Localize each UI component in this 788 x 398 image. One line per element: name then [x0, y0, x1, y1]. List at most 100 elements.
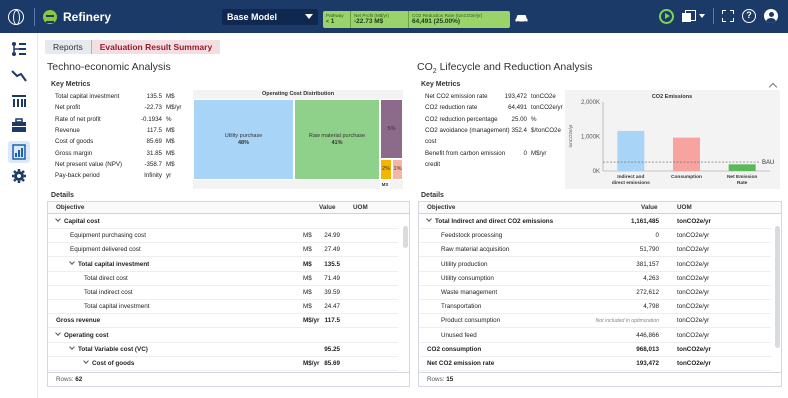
table-row[interactable]: Net CO2 emission rate 193,472 tonCO2e/yr	[419, 357, 771, 371]
breadcrumb-evaluation-result-summary[interactable]: Evaluation Result Summary	[90, 40, 221, 54]
help-icon[interactable]: ?	[742, 9, 756, 23]
divider	[34, 7, 35, 26]
table-row[interactable]: Feedstock processing 0 tonCO2e/yr	[419, 229, 771, 244]
metric-label: Cost of goods	[55, 138, 94, 146]
details-title: Details	[51, 192, 74, 199]
chevron-down-icon[interactable]	[83, 358, 89, 364]
table-row[interactable]: Transportation 4,798 tonCO2e/yr	[419, 300, 771, 315]
model-select[interactable]: Base Model	[222, 9, 318, 25]
divider	[713, 8, 714, 24]
kpi-summary-bar[interactable]: Pathway < 1 Net Profit (M$/yr) -22.73 M$…	[323, 11, 510, 28]
table-row[interactable]: Total capital investment 135.5 M$	[48, 258, 398, 272]
row-uom: M$	[303, 246, 312, 254]
col-objective[interactable]: Objective	[427, 202, 455, 214]
scrollbar-thumb[interactable]	[775, 226, 780, 348]
building-icon[interactable]	[11, 93, 27, 109]
briefcase-icon[interactable]	[11, 118, 27, 134]
metric-row: Pay-back period Infinity yr	[55, 171, 190, 181]
flow-icon[interactable]	[11, 41, 27, 57]
row-value: 95.25	[324, 345, 340, 353]
breadcrumb: Reports Evaluation Result Summary	[45, 40, 221, 54]
treemap-cell-utility-purchase[interactable]: Utility purchase 48%	[193, 99, 294, 180]
chart-line-icon[interactable]	[11, 68, 27, 84]
key-metrics-title: Key Metrics	[51, 81, 91, 88]
co2-analysis-title: CO2 Lifecycle and Reduction Analysis	[417, 61, 593, 76]
user-avatar-icon[interactable]	[764, 9, 778, 23]
run-icon[interactable]	[659, 8, 674, 24]
row-objective: Waste management	[441, 289, 498, 296]
row-uom: tonCO2e/yr	[677, 246, 710, 254]
col-objective[interactable]: Objective	[56, 202, 84, 214]
breadcrumb-reports[interactable]: Reports	[45, 40, 91, 54]
table-row[interactable]: Total Variable cost (VC) 95.25	[48, 343, 398, 357]
report-icon	[12, 144, 26, 160]
treemap-cell-other-2[interactable]: 2%	[380, 159, 392, 180]
table-row[interactable]: Total Indirect and direct CO2 emissions 1…	[419, 215, 771, 229]
table-row[interactable]: Equipment delivered cost 27.49 M$	[48, 243, 398, 258]
table-row[interactable]: Unused feed 446,866 tonCO2e/yr	[419, 329, 771, 343]
row-objective: Operating cost	[55, 329, 108, 343]
row-value: 968,013	[636, 345, 659, 353]
table-row[interactable]: CO2 consumption 968,013 tonCO2e/yr	[419, 343, 771, 357]
metric-value: 85.69	[146, 138, 162, 146]
table-row[interactable]: Utility production 381,157 tonCO2e/yr	[419, 258, 771, 272]
col-uom[interactable]: UOM	[677, 202, 692, 214]
copy-icon[interactable]	[682, 9, 696, 23]
sidebar-item-reports[interactable]	[8, 141, 30, 163]
chevron-down-icon[interactable]	[426, 216, 432, 222]
fullscreen-icon[interactable]	[722, 10, 734, 22]
table-row[interactable]: Capital cost	[48, 215, 398, 229]
table-row[interactable]: Total direct cost 71.49 M$	[48, 272, 398, 286]
table-row[interactable]: Product consumption tonCO2e/yr Not include…	[419, 314, 771, 329]
metric-label: Gross margin	[55, 149, 93, 157]
row-objective: Utility consumption	[441, 274, 494, 282]
globe-icon[interactable]	[8, 8, 24, 25]
treemap-cell-raw-material[interactable]: Raw material purchase 41%	[294, 99, 380, 180]
row-value: 71.49	[324, 274, 340, 282]
metric-label: Pay-back period	[55, 172, 100, 180]
chevron-down-icon[interactable]	[69, 343, 75, 350]
metric-unit: M$	[166, 138, 175, 146]
table-row[interactable]: Cost of goods 85.69 M$/yr	[48, 357, 398, 371]
top-right-toolbar: ?	[659, 8, 778, 24]
metric-value: 117.5	[146, 126, 162, 134]
operating-cost-treemap: Operating Cost Distribution Utility purc…	[193, 90, 403, 189]
col-uom[interactable]: UOM	[353, 202, 368, 214]
y-tick-label: 2,000K	[581, 100, 600, 106]
table-row[interactable]: Raw material acquisition 51,790 tonCO2e/yr	[419, 243, 771, 258]
kpi-value: 64,491 (25.00%)	[412, 18, 461, 25]
treemap-cell-other-3[interactable]: 1%	[392, 159, 403, 180]
table-row[interactable]: Total capital investment 24.47 M$	[48, 300, 398, 315]
table-row[interactable]: Waste management 272,612 tonCO2e/yr	[419, 286, 771, 300]
kpi-co2-reduction: CO2 Reduction Rate (tonCO2e/yr) 64,491 (…	[409, 11, 510, 28]
col-value[interactable]: Value	[319, 202, 335, 214]
metric-row: CO2 avoidance (management) 352.4 $/tonCO2e	[425, 126, 563, 136]
row-objective: Total indirect cost	[84, 289, 133, 296]
table-row[interactable]: Utility consumption 4,263 tonCO2e/yr	[419, 272, 771, 286]
table-row[interactable]: Operating cost	[48, 329, 398, 343]
metric-unit: %	[166, 115, 172, 123]
table-row[interactable]: Gross revenue 117.5 M$/yr	[48, 314, 398, 329]
table-header: Objective Value UOM	[48, 202, 409, 214]
gear-icon[interactable]	[11, 168, 27, 184]
metric-label: Rate of net profit	[55, 115, 101, 123]
table-row[interactable]: Equipment purchasing cost 24.99 M$	[48, 229, 398, 244]
treemap-cell-other-1[interactable]: 5%	[380, 99, 403, 159]
details-title: Details	[421, 192, 444, 199]
chevron-down-icon[interactable]	[55, 216, 61, 222]
col-value[interactable]: Value	[641, 202, 657, 214]
row-value: 272,612	[636, 289, 659, 296]
metric-unit: %	[531, 115, 537, 123]
chevron-down-icon[interactable]	[55, 329, 61, 336]
car-co2-icon[interactable]	[515, 12, 528, 23]
metric-row: Net profit -22.73 M$/yr	[55, 103, 190, 113]
scrollbar-thumb[interactable]	[403, 226, 408, 248]
row-objective: Utility production	[441, 260, 488, 268]
row-uom: tonCO2e/yr	[677, 345, 711, 353]
table-row[interactable]: Total indirect cost 39.59 M$	[48, 286, 398, 300]
chevron-down-icon[interactable]	[69, 258, 75, 265]
row-uom: M$	[303, 260, 312, 268]
kpi-value: -22.73 M$	[354, 18, 384, 25]
table-footer: Rows: 15	[419, 372, 781, 386]
chevron-down-icon[interactable]	[699, 14, 705, 18]
